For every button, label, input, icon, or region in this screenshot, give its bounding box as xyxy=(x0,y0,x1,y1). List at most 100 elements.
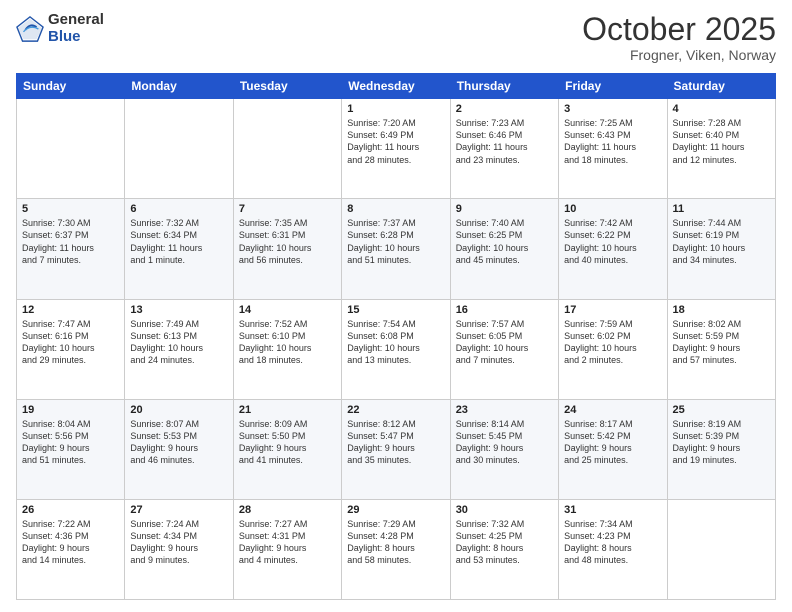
calendar-cell xyxy=(233,99,341,199)
day-info: Sunrise: 8:12 AMSunset: 5:47 PMDaylight:… xyxy=(347,418,444,467)
day-number: 29 xyxy=(347,504,444,516)
calendar-cell: 22 Sunrise: 8:12 AMSunset: 5:47 PMDayligh… xyxy=(342,399,450,499)
day-number: 31 xyxy=(564,504,661,516)
week-row-0: 1 Sunrise: 7:20 AMSunset: 6:49 PMDaylight… xyxy=(17,99,776,199)
calendar-cell: 23Sunrise: 8:14 AMSunset: 5:45 PMDayligh… xyxy=(450,399,558,499)
week-row-2: 12 Sunrise: 7:47 AMSunset: 6:16 PMDayligh… xyxy=(17,299,776,399)
calendar-cell: 28 Sunrise: 7:27 AMSunset: 4:31 PMDayligh… xyxy=(233,499,341,599)
day-info: Sunrise: 8:17 AMSunset: 5:42 PMDaylight:… xyxy=(564,418,661,467)
week-row-4: 26Sunrise: 7:22 AMSunset: 4:36 PMDayligh… xyxy=(17,499,776,599)
calendar-cell: 30 Sunrise: 7:32 AMSunset: 4:25 PMDayligh… xyxy=(450,499,558,599)
logo: General Blue xyxy=(16,12,104,45)
calendar-cell: 20Sunrise: 8:07 AMSunset: 5:53 PMDayligh… xyxy=(125,399,233,499)
header: General Blue October 2025 Frogner, Viken… xyxy=(16,12,776,63)
calendar-cell: 11 Sunrise: 7:44 AMSunset: 6:19 PMDayligh… xyxy=(667,199,775,299)
day-info: Sunrise: 7:40 AMSunset: 6:25 PMDaylight:… xyxy=(456,217,553,266)
day-number: 27 xyxy=(130,504,227,516)
calendar-cell: 6 Sunrise: 7:32 AMSunset: 6:34 PMDaylight… xyxy=(125,199,233,299)
weekday-header-row: SundayMondayTuesdayWednesdayThursdayFrid… xyxy=(17,74,776,99)
calendar-cell: 29Sunrise: 7:29 AMSunset: 4:28 PMDayligh… xyxy=(342,499,450,599)
logo-blue: Blue xyxy=(48,29,104,46)
day-number: 18 xyxy=(673,304,770,316)
day-info: Sunrise: 7:32 AMSunset: 6:34 PMDaylight:… xyxy=(130,217,227,266)
day-info: Sunrise: 7:37 AMSunset: 6:28 PMDaylight:… xyxy=(347,217,444,266)
logo-text: General Blue xyxy=(48,12,104,45)
calendar-cell: 10 Sunrise: 7:42 AMSunset: 6:22 PMDayligh… xyxy=(559,199,667,299)
day-info: Sunrise: 7:28 AMSunset: 6:40 PMDaylight:… xyxy=(673,117,770,166)
calendar-cell: 13Sunrise: 7:49 AMSunset: 6:13 PMDayligh… xyxy=(125,299,233,399)
weekday-header-sunday: Sunday xyxy=(17,74,125,99)
weekday-header-tuesday: Tuesday xyxy=(233,74,341,99)
weekday-header-friday: Friday xyxy=(559,74,667,99)
calendar-cell: 27 Sunrise: 7:24 AMSunset: 4:34 PMDayligh… xyxy=(125,499,233,599)
calendar-cell xyxy=(125,99,233,199)
day-number: 10 xyxy=(564,203,661,215)
logo-general: General xyxy=(48,12,104,29)
day-number: 20 xyxy=(130,404,227,416)
calendar-cell: 12 Sunrise: 7:47 AMSunset: 6:16 PMDayligh… xyxy=(17,299,125,399)
day-number: 4 xyxy=(673,103,770,115)
day-number: 22 xyxy=(347,404,444,416)
calendar: SundayMondayTuesdayWednesdayThursdayFrid… xyxy=(16,73,776,600)
calendar-cell xyxy=(667,499,775,599)
day-number: 9 xyxy=(456,203,553,215)
calendar-cell: 26Sunrise: 7:22 AMSunset: 4:36 PMDayligh… xyxy=(17,499,125,599)
day-number: 2 xyxy=(456,103,553,115)
day-number: 14 xyxy=(239,304,336,316)
day-info: Sunrise: 8:04 AMSunset: 5:56 PMDaylight:… xyxy=(22,418,119,467)
day-number: 3 xyxy=(564,103,661,115)
day-info: Sunrise: 7:57 AMSunset: 6:05 PMDaylight:… xyxy=(456,318,553,367)
calendar-cell: 9 Sunrise: 7:40 AMSunset: 6:25 PMDaylight… xyxy=(450,199,558,299)
day-info: Sunrise: 7:24 AMSunset: 4:34 PMDaylight:… xyxy=(130,518,227,567)
day-info: Sunrise: 8:02 AMSunset: 5:59 PMDaylight:… xyxy=(673,318,770,367)
subtitle: Frogner, Viken, Norway xyxy=(582,47,776,63)
calendar-cell: 14Sunrise: 7:52 AMSunset: 6:10 PMDayligh… xyxy=(233,299,341,399)
day-info: Sunrise: 7:35 AMSunset: 6:31 PMDaylight:… xyxy=(239,217,336,266)
calendar-cell xyxy=(17,99,125,199)
calendar-cell: 17 Sunrise: 7:59 AMSunset: 6:02 PMDayligh… xyxy=(559,299,667,399)
page: General Blue October 2025 Frogner, Viken… xyxy=(0,0,792,612)
day-info: Sunrise: 7:30 AMSunset: 6:37 PMDaylight:… xyxy=(22,217,119,266)
day-info: Sunrise: 7:59 AMSunset: 6:02 PMDaylight:… xyxy=(564,318,661,367)
day-info: Sunrise: 7:23 AMSunset: 6:46 PMDaylight:… xyxy=(456,117,553,166)
calendar-cell: 5 Sunrise: 7:30 AMSunset: 6:37 PMDaylight… xyxy=(17,199,125,299)
day-number: 6 xyxy=(130,203,227,215)
day-number: 11 xyxy=(673,203,770,215)
calendar-cell: 7 Sunrise: 7:35 AMSunset: 6:31 PMDaylight… xyxy=(233,199,341,299)
calendar-cell: 21Sunrise: 8:09 AMSunset: 5:50 PMDayligh… xyxy=(233,399,341,499)
day-info: Sunrise: 7:27 AMSunset: 4:31 PMDaylight:… xyxy=(239,518,336,567)
calendar-cell: 8 Sunrise: 7:37 AMSunset: 6:28 PMDaylight… xyxy=(342,199,450,299)
week-row-3: 19 Sunrise: 8:04 AMSunset: 5:56 PMDayligh… xyxy=(17,399,776,499)
day-number: 8 xyxy=(347,203,444,215)
day-info: Sunrise: 7:54 AMSunset: 6:08 PMDaylight:… xyxy=(347,318,444,367)
day-number: 5 xyxy=(22,203,119,215)
day-number: 1 xyxy=(347,103,444,115)
day-info: Sunrise: 7:34 AMSunset: 4:23 PMDaylight:… xyxy=(564,518,661,567)
day-number: 30 xyxy=(456,504,553,516)
day-number: 16 xyxy=(456,304,553,316)
day-number: 19 xyxy=(22,404,119,416)
day-number: 25 xyxy=(673,404,770,416)
calendar-cell: 31 Sunrise: 7:34 AMSunset: 4:23 PMDayligh… xyxy=(559,499,667,599)
day-number: 7 xyxy=(239,203,336,215)
day-number: 26 xyxy=(22,504,119,516)
day-info: Sunrise: 7:47 AMSunset: 6:16 PMDaylight:… xyxy=(22,318,119,367)
calendar-cell: 15 Sunrise: 7:54 AMSunset: 6:08 PMDayligh… xyxy=(342,299,450,399)
day-info: Sunrise: 7:44 AMSunset: 6:19 PMDaylight:… xyxy=(673,217,770,266)
day-number: 23 xyxy=(456,404,553,416)
day-number: 12 xyxy=(22,304,119,316)
day-number: 15 xyxy=(347,304,444,316)
day-number: 17 xyxy=(564,304,661,316)
day-info: Sunrise: 7:20 AMSunset: 6:49 PMDaylight:… xyxy=(347,117,444,166)
day-info: Sunrise: 7:32 AMSunset: 4:25 PMDaylight:… xyxy=(456,518,553,567)
weekday-header-wednesday: Wednesday xyxy=(342,74,450,99)
calendar-cell: 4 Sunrise: 7:28 AMSunset: 6:40 PMDaylight… xyxy=(667,99,775,199)
weekday-header-monday: Monday xyxy=(125,74,233,99)
day-info: Sunrise: 7:42 AMSunset: 6:22 PMDaylight:… xyxy=(564,217,661,266)
calendar-cell: 3Sunrise: 7:25 AMSunset: 6:43 PMDaylight… xyxy=(559,99,667,199)
week-row-1: 5 Sunrise: 7:30 AMSunset: 6:37 PMDaylight… xyxy=(17,199,776,299)
day-number: 28 xyxy=(239,504,336,516)
day-info: Sunrise: 8:09 AMSunset: 5:50 PMDaylight:… xyxy=(239,418,336,467)
calendar-cell: 25Sunrise: 8:19 AMSunset: 5:39 PMDayligh… xyxy=(667,399,775,499)
calendar-cell: 19 Sunrise: 8:04 AMSunset: 5:56 PMDayligh… xyxy=(17,399,125,499)
